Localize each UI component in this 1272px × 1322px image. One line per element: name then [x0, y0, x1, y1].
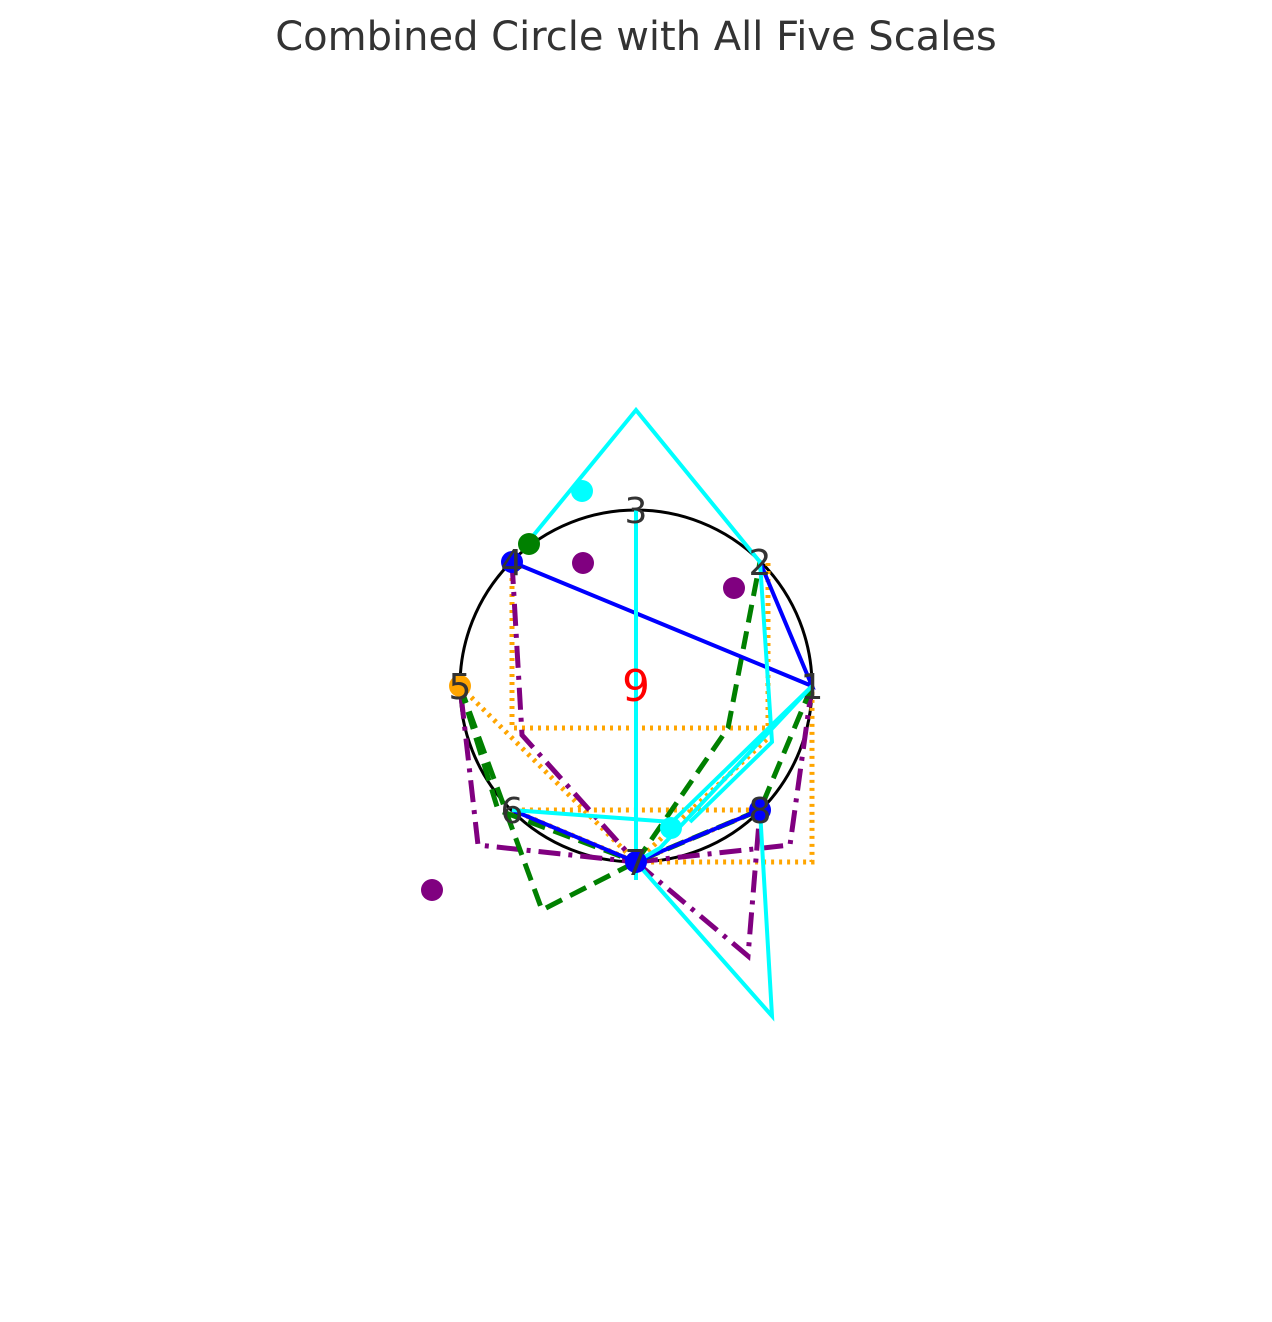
dot-purple-3 [421, 879, 443, 901]
node-label-8: 8 [749, 791, 772, 832]
node-label-2: 2 [749, 543, 772, 584]
scatter-dots [421, 480, 771, 901]
node-label-3: 3 [625, 491, 648, 532]
dot-purple-1 [572, 552, 594, 574]
dot-purple-2 [723, 577, 745, 599]
combined-circle-diagram: 1 2 3 4 5 6 7 8 9 [421, 406, 824, 1022]
dot-cyan-inner [660, 817, 682, 839]
node-label-5: 5 [449, 667, 472, 708]
node-label-7: 7 [625, 843, 648, 884]
node-label-1: 1 [801, 667, 824, 708]
node-label-4: 4 [501, 543, 524, 584]
scale-cyan [511, 406, 814, 1022]
node-label-6: 6 [501, 791, 524, 832]
center-label: 9 [622, 661, 650, 712]
dot-cyan-outer [571, 480, 593, 502]
